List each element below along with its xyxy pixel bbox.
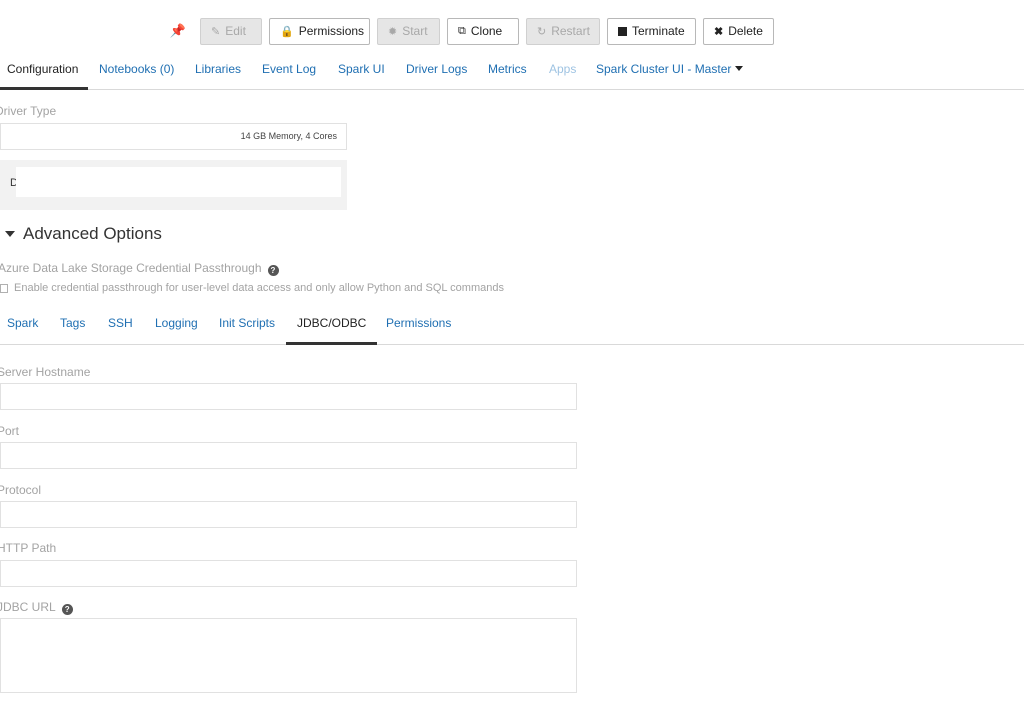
start-button[interactable]: ✹ Start bbox=[377, 17, 440, 45]
tab-notebooks[interactable]: Notebooks (0) bbox=[99, 56, 174, 90]
advanced-options-toggle[interactable]: Advanced Options bbox=[5, 224, 162, 244]
close-icon: ✖ bbox=[714, 25, 724, 38]
tab-ssh[interactable]: SSH bbox=[108, 312, 133, 345]
passthrough-label: Azure Data Lake Storage Credential Passt… bbox=[0, 261, 279, 276]
start-label: Start bbox=[402, 24, 428, 38]
spark-cluster-ui-label: Spark Cluster UI - Master bbox=[596, 62, 732, 76]
help-icon[interactable]: ? bbox=[267, 265, 279, 276]
refresh-icon: ↻ bbox=[537, 25, 547, 38]
clone-icon: ⧉ bbox=[458, 24, 466, 37]
help-icon[interactable]: ? bbox=[61, 604, 73, 615]
passthrough-checkbox[interactable] bbox=[0, 284, 8, 293]
tab-init-scripts[interactable]: Init Scripts bbox=[219, 312, 275, 345]
passthrough-checkbox-label: Enable credential passthrough for user-l… bbox=[14, 282, 504, 294]
driver-type-label: Driver Type bbox=[0, 104, 57, 118]
advanced-tabs: Spark Tags SSH Logging Init Scripts JDBC… bbox=[0, 312, 1024, 345]
http-path-field[interactable] bbox=[0, 560, 577, 587]
tab-spark-ui[interactable]: Spark UI bbox=[338, 56, 385, 90]
protocol-field[interactable] bbox=[0, 501, 577, 528]
driver-type-select[interactable]: 14 GB Memory, 4 Cores bbox=[0, 123, 347, 150]
tab-metrics[interactable]: Metrics bbox=[488, 56, 527, 90]
tab-spark[interactable]: Spark bbox=[7, 312, 38, 345]
tab-logging[interactable]: Logging bbox=[155, 312, 198, 345]
tab-spark-cluster-ui[interactable]: Spark Cluster UI - Master bbox=[596, 56, 744, 90]
edit-icon: ✎ bbox=[211, 25, 221, 38]
restart-label: Restart bbox=[551, 24, 590, 38]
cluster-toolbar: 📌 ✎ Edit 🔒 Permissions ✹ Start ⧉ Clone ↻… bbox=[168, 17, 781, 45]
protocol-label: Protocol bbox=[0, 483, 42, 497]
advanced-options-title: Advanced Options bbox=[23, 224, 162, 243]
pin-icon[interactable]: 📌 bbox=[168, 23, 188, 39]
tab-configuration[interactable]: Configuration bbox=[0, 56, 89, 90]
permissions-button[interactable]: 🔒 Permissions bbox=[269, 17, 370, 45]
restart-button[interactable]: ↻ Restart bbox=[526, 17, 600, 45]
port-field[interactable] bbox=[0, 442, 577, 469]
tab-tags[interactable]: Tags bbox=[60, 312, 85, 345]
server-hostname-label: Server Hostname bbox=[0, 365, 91, 379]
cluster-tabs: Configuration Notebooks (0) Libraries Ev… bbox=[0, 56, 1024, 90]
jdbc-url-field[interactable] bbox=[0, 618, 577, 693]
edit-label: Edit bbox=[225, 24, 246, 38]
tab-apps[interactable]: Apps bbox=[549, 56, 576, 90]
driver-type-value: 14 GB Memory, 4 Cores bbox=[240, 131, 337, 141]
lock-icon: 🔒 bbox=[280, 25, 294, 38]
passthrough-label-text: Azure Data Lake Storage Credential Passt… bbox=[0, 261, 262, 275]
edit-button[interactable]: ✎ Edit bbox=[200, 17, 262, 45]
tab-event-log[interactable]: Event Log bbox=[262, 56, 316, 90]
config-panel: D bbox=[0, 160, 347, 210]
port-label: Port bbox=[0, 424, 20, 438]
terminate-button[interactable]: Terminate bbox=[607, 17, 696, 45]
tab-driver-logs[interactable]: Driver Logs bbox=[406, 56, 467, 90]
tab-jdbc-odbc[interactable]: JDBC/ODBC bbox=[285, 312, 378, 345]
tab-permissions[interactable]: Permissions bbox=[386, 312, 451, 345]
jdbc-url-label-text: JDBC URL bbox=[0, 600, 56, 614]
http-path-label: HTTP Path bbox=[0, 541, 57, 555]
jdbc-url-label: JDBC URL? bbox=[0, 600, 73, 615]
server-hostname-field[interactable] bbox=[0, 383, 577, 410]
terminate-label: Terminate bbox=[632, 24, 685, 38]
stop-icon bbox=[618, 26, 627, 36]
clone-label: Clone bbox=[470, 24, 503, 38]
caret-down-icon bbox=[735, 66, 744, 71]
panel-input[interactable] bbox=[16, 167, 341, 197]
spinner-icon: ✹ bbox=[388, 25, 398, 38]
permissions-label: Permissions bbox=[298, 24, 365, 38]
delete-button[interactable]: ✖ Delete bbox=[703, 17, 774, 45]
tab-libraries[interactable]: Libraries bbox=[195, 56, 241, 90]
delete-label: Delete bbox=[728, 24, 763, 38]
clone-button[interactable]: ⧉ Clone bbox=[447, 17, 519, 45]
triangle-down-icon bbox=[5, 231, 15, 237]
